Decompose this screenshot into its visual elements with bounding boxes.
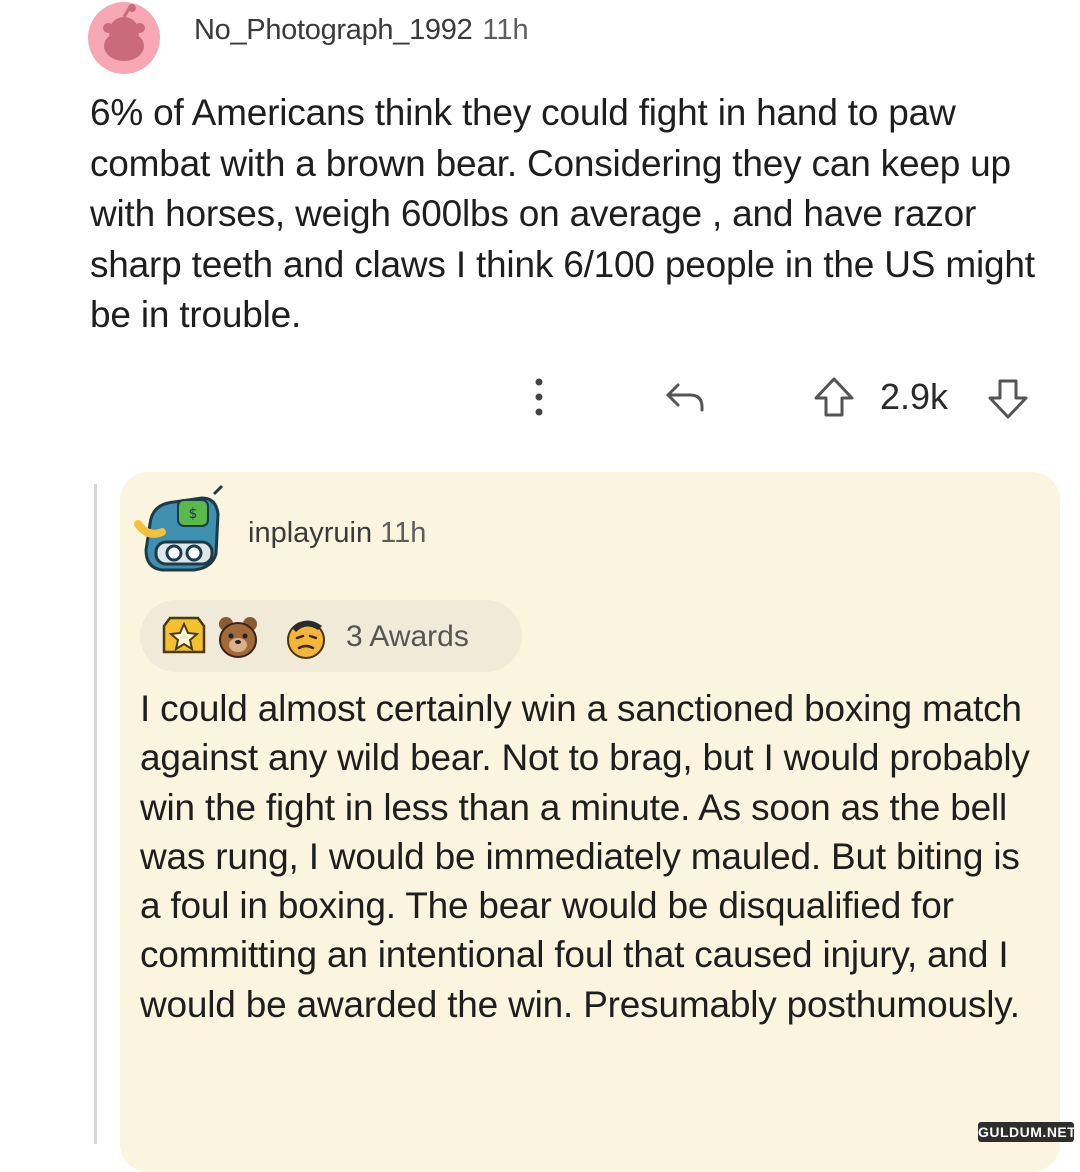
comment-body: 6% of Americans think they could fight i…	[90, 92, 1035, 335]
reply-username[interactable]: inplayruin	[248, 517, 372, 549]
reply-body: I could almost certainly win a sanctione…	[140, 688, 1030, 1025]
watermark-logo: GULDUM.NET	[978, 1122, 1077, 1142]
vote-score: 2.9k	[880, 376, 949, 417]
timestamp: 11h	[482, 14, 529, 46]
reply-user-avatar-icon[interactable]: $	[132, 484, 232, 584]
reply-icon[interactable]	[662, 380, 708, 414]
svg-text:$: $	[189, 506, 198, 522]
snoo-avatar-icon	[103, 4, 145, 61]
comment-actions: 2.9k	[0, 372, 1080, 422]
reply-author[interactable]: inplayruin 11h	[248, 517, 426, 550]
reply-timestamp: 11h	[380, 517, 427, 549]
user-avatar[interactable]	[88, 2, 160, 74]
parent-comment: No_Photograph_1992 11h 6% of Americans th…	[0, 0, 1080, 470]
thread-line[interactable]	[94, 484, 97, 1144]
downvote-icon[interactable]	[986, 378, 1030, 420]
bear-award-icon	[219, 617, 257, 658]
awards-count-label[interactable]: 3 Awards	[346, 620, 469, 654]
username[interactable]: No_Photograph_1992	[194, 14, 473, 46]
star-award-icon	[162, 616, 206, 654]
more-options-icon[interactable]	[528, 374, 550, 420]
emoji-award-icon	[287, 620, 325, 659]
upvote-icon[interactable]	[812, 376, 856, 418]
comment-author[interactable]: No_Photograph_1992 11h	[194, 14, 529, 47]
